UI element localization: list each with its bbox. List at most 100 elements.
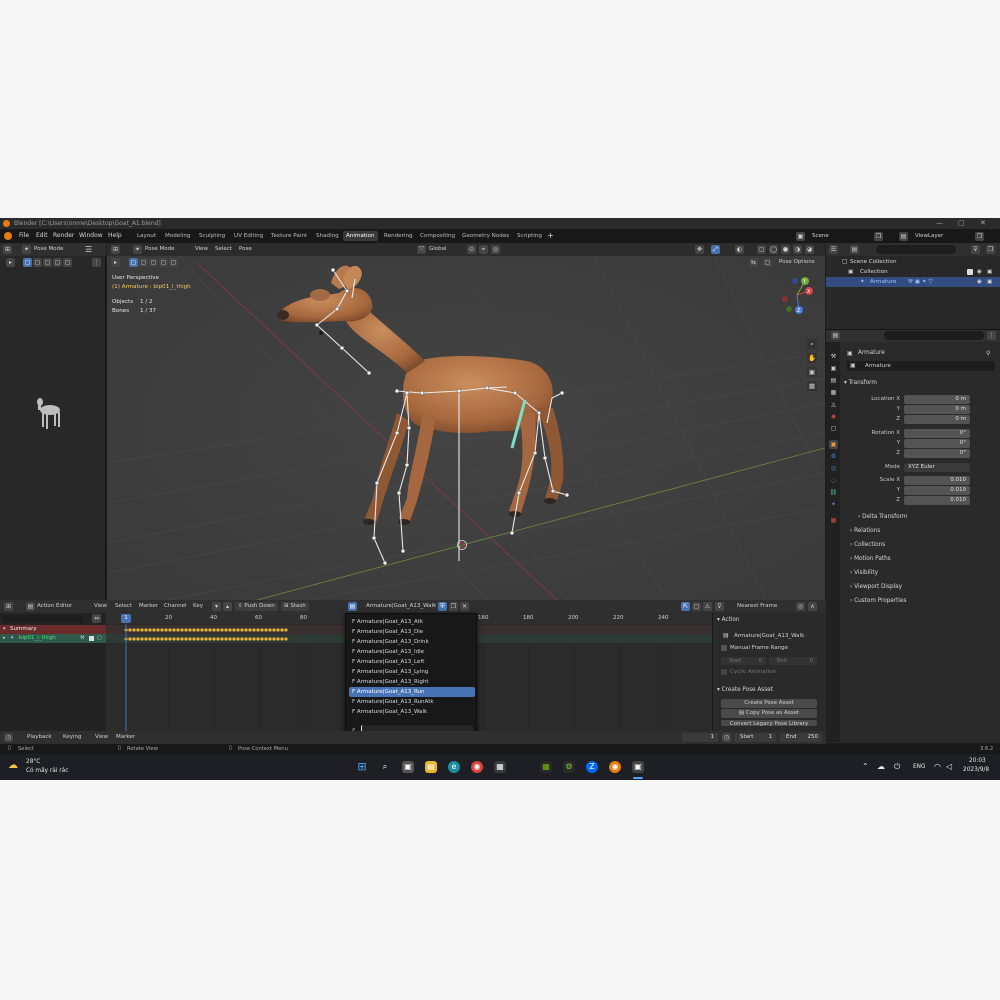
scale-x-field[interactable]: 0.010	[904, 476, 970, 485]
menu-edit[interactable]: Edit	[36, 229, 48, 243]
end-frame-field[interactable]: End 250	[780, 733, 822, 742]
tab-modeling[interactable]: Modeling	[162, 231, 193, 241]
armature-visibility-eye-icon[interactable]: ◉	[977, 277, 982, 287]
action-option[interactable]: F Armature|Goat_A13_Left	[349, 657, 475, 667]
maximize-button[interactable]: ▢	[958, 218, 965, 229]
curve-icon[interactable]: ∧	[808, 602, 817, 611]
bone-checkbox-icon[interactable]	[89, 636, 94, 641]
select-mode-icon-1[interactable]: ▢	[33, 258, 42, 267]
timeline-view-menu[interactable]: View	[95, 733, 108, 742]
edge-icon[interactable]: e	[448, 761, 460, 773]
file-explorer-icon[interactable]: ▤	[425, 761, 437, 773]
select-mode-icon-3[interactable]: ▢	[53, 258, 62, 267]
volume-icon[interactable]: ◁	[946, 762, 952, 771]
convert-legacy-button[interactable]: Convert Legacy Pose Library	[721, 720, 817, 726]
outliner-row-collection[interactable]: ▣ Collection ◉ ▣	[826, 267, 1000, 277]
options-icon[interactable]: ⋮	[92, 258, 101, 267]
output-tab-icon[interactable]: ▤	[829, 376, 838, 385]
end-field[interactable]: End 0	[769, 657, 817, 665]
motion-paths-panel[interactable]: › Motion Paths	[850, 556, 891, 562]
outliner-search-input[interactable]	[876, 245, 956, 254]
menu-help[interactable]: Help	[108, 229, 122, 243]
viewport-select-icon-3[interactable]: ▢	[159, 258, 168, 267]
viewport-menu-pose[interactable]: Pose	[239, 245, 252, 254]
object-name-field[interactable]: ▣ Armature	[847, 361, 995, 371]
menu-render[interactable]: Render	[53, 229, 74, 243]
add-workspace-icon[interactable]: +	[547, 229, 554, 243]
scene-new-icon[interactable]: ❐	[874, 232, 883, 241]
ae-menu-view[interactable]: View	[94, 602, 107, 611]
texture-tab-icon[interactable]: ▦	[829, 516, 838, 525]
action-option[interactable]: F Armature|Goat_A13_Die	[349, 627, 475, 637]
properties-options-icon[interactable]: ⋮	[987, 331, 996, 340]
channel-swap-icon[interactable]: ⇔	[92, 614, 101, 623]
settings-app-icon[interactable]: ⚙	[563, 761, 575, 773]
viewport-mode-select[interactable]: Pose Mode	[145, 245, 174, 254]
push-down-button[interactable]: ⇩ Push Down	[235, 602, 278, 611]
nvidia-app-icon[interactable]: ▦	[540, 761, 552, 773]
viewport-close-icon[interactable]: ▢	[763, 258, 772, 267]
pose-options-button[interactable]: Pose Options	[779, 258, 815, 267]
viewport-display-panel[interactable]: › Viewport Display	[850, 584, 902, 590]
action-option[interactable]: F Armature|Goat_A13_Idle	[349, 647, 475, 657]
action-option-selected[interactable]: F Armature|Goat_A13_Run	[349, 687, 475, 697]
data-tab-icon[interactable]: ✦	[829, 500, 838, 509]
viewport-select-box-icon[interactable]: ▢	[129, 258, 138, 267]
cyclic-checkbox[interactable]	[721, 669, 727, 675]
task-view-icon[interactable]: ▣	[402, 761, 414, 773]
start-frame-field[interactable]: Start 1	[734, 733, 776, 742]
timeline-marker-menu[interactable]: Marker	[116, 733, 135, 742]
outliner-editor-icon[interactable]: ☰	[829, 245, 838, 254]
new-action-icon[interactable]: ❐	[449, 602, 458, 611]
clock-date[interactable]: 2023/9/8	[963, 767, 989, 773]
timeline-playback-menu[interactable]: Playback	[27, 733, 52, 742]
ae-down-arrow-icon[interactable]: ▾	[212, 602, 221, 611]
delta-transform-panel[interactable]: › Delta Transform	[858, 514, 907, 520]
collection-tab-icon[interactable]: ▢	[829, 424, 838, 433]
render-camera-icon[interactable]: ▣	[987, 267, 992, 277]
location-x-field[interactable]: 0 m	[904, 395, 970, 404]
blender-menu-icon[interactable]	[4, 232, 12, 240]
world-tab-icon[interactable]: ◉	[829, 412, 838, 421]
location-z-field[interactable]: 0 m	[904, 415, 970, 424]
view-layer-new-icon[interactable]: ❐	[975, 232, 984, 241]
timeline-keying-menu[interactable]: Keying	[63, 733, 81, 742]
action-editor-mode-icon[interactable]: ▤	[26, 602, 35, 611]
show-gizmo-icon[interactable]: ⤢	[711, 245, 720, 254]
scale-z-field[interactable]: 0.010	[904, 496, 970, 505]
errors-icon[interactable]: ⚠	[703, 602, 712, 611]
clock-time[interactable]: 20:03	[969, 758, 986, 764]
tab-rendering[interactable]: Rendering	[381, 231, 416, 241]
action-option[interactable]: F Armature|Goat_A13_Drink	[349, 637, 475, 647]
hamburger-menu-icon[interactable]: ☰	[85, 245, 92, 254]
action-option[interactable]: F Armature|Goat_A13_Right	[349, 677, 475, 687]
tool-tab-icon[interactable]: ⚒	[829, 352, 838, 361]
close-button[interactable]: ✕	[980, 218, 986, 229]
particles-tab-icon[interactable]: ◎	[829, 464, 838, 473]
pose-asset-panel-header[interactable]: ▾ Create Pose Asset	[717, 687, 773, 693]
select-mode-icon-4[interactable]: ▢	[63, 258, 72, 267]
unlink-action-icon[interactable]: ✕	[460, 602, 469, 611]
shading-wire-icon[interactable]: ◯	[769, 245, 778, 254]
bone-expand-icon[interactable]: ▸	[3, 635, 6, 641]
gizmo-icon[interactable]: ✥	[695, 245, 704, 254]
viewport-extra-icon[interactable]: ⇆	[749, 258, 758, 267]
left-mode-label[interactable]: Pose Mode	[34, 245, 63, 254]
windows-start-icon[interactable]: ⊞	[356, 761, 368, 773]
rotation-mode-select[interactable]: XYZ Euler	[904, 463, 970, 472]
rotation-z-field[interactable]: 0°	[904, 449, 970, 458]
summary-expand-icon[interactable]: ▾	[3, 626, 6, 632]
relations-panel[interactable]: › Relations	[850, 528, 880, 534]
action-panel-header[interactable]: ▾ Action	[717, 617, 739, 623]
tray-app-icon[interactable]: ⏻	[894, 762, 900, 772]
action-browse-icon[interactable]: ▤	[348, 602, 357, 611]
action-editor-mode-select[interactable]: Action Editor	[37, 602, 72, 611]
summary-channel[interactable]: ▾ Summary	[0, 625, 106, 634]
view-layer-icon[interactable]: ▤	[899, 232, 908, 241]
scale-y-field[interactable]: 0.010	[904, 486, 970, 495]
tab-compositing[interactable]: Compositing	[417, 231, 458, 241]
timeline-editor-icon[interactable]: ◷	[4, 733, 13, 742]
viewport-menu-view[interactable]: View	[195, 245, 208, 254]
pin-icon[interactable]: ⚲	[986, 350, 990, 357]
select-box-icon[interactable]: ▢	[23, 258, 32, 267]
